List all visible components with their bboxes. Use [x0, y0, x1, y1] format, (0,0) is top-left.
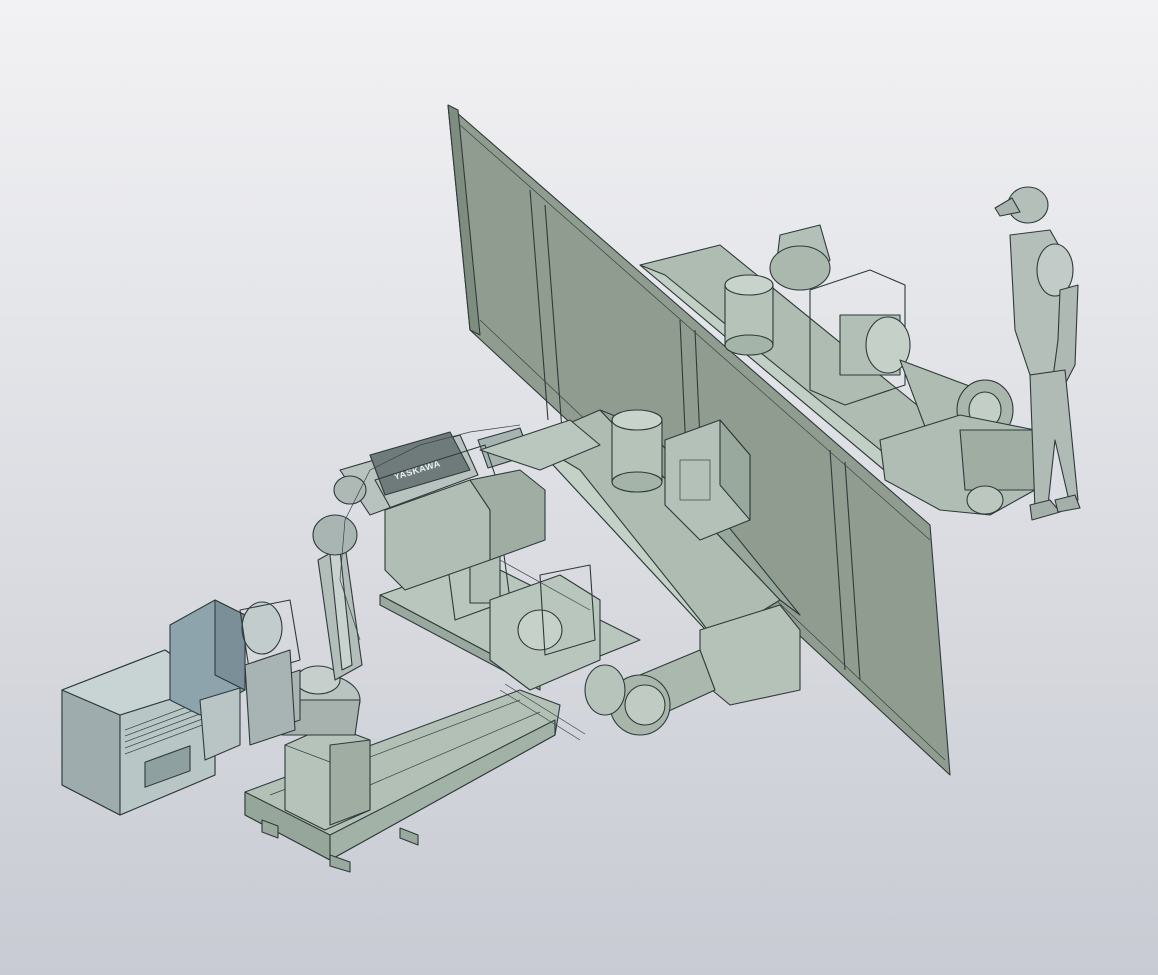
robot-elbow: [312, 514, 358, 556]
robot-pedestal: [284, 724, 371, 831]
robot-wrist: [333, 475, 367, 505]
positioner-hub-front: [611, 409, 663, 493]
cad-viewport: YASKAWA: [0, 0, 1158, 975]
wire-spool: [241, 601, 283, 655]
welding-cell-diagram: YASKAWA: [0, 0, 1158, 975]
positioner-hub-rear: [724, 274, 774, 356]
